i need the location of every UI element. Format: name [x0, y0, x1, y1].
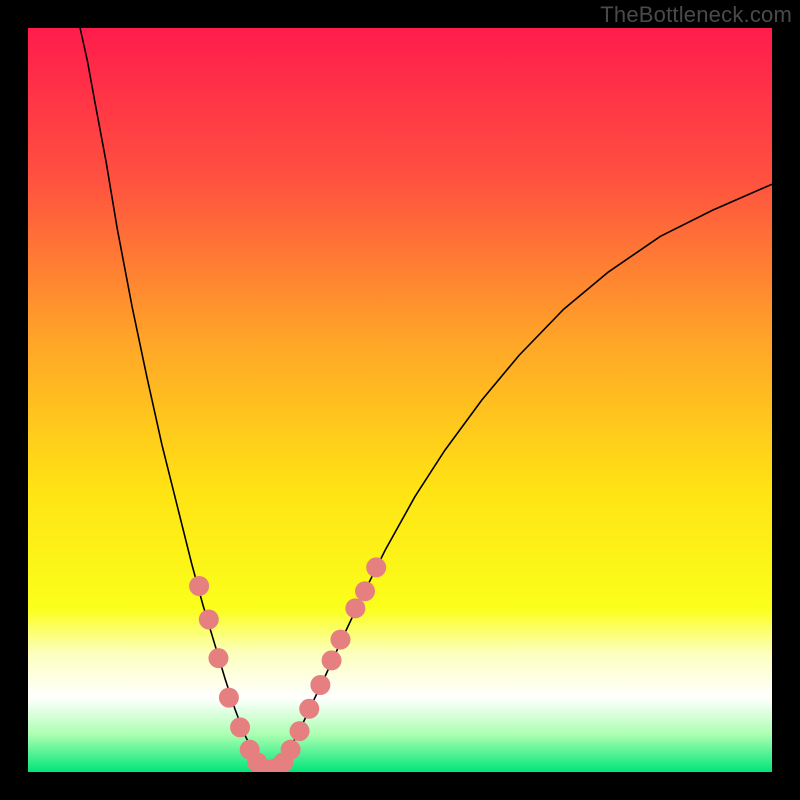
benchmark-point: [355, 581, 375, 601]
benchmark-point: [310, 675, 330, 695]
benchmark-point: [330, 630, 350, 650]
chart-frame: TheBottleneck.com: [0, 0, 800, 800]
gradient-background: [28, 28, 772, 772]
benchmark-point: [345, 598, 365, 618]
watermark-text: TheBottleneck.com: [600, 2, 792, 28]
benchmark-point: [189, 576, 209, 596]
benchmark-point: [290, 721, 310, 741]
benchmark-point: [230, 717, 250, 737]
benchmark-point: [366, 557, 386, 577]
benchmark-point: [299, 699, 319, 719]
benchmark-point: [199, 609, 219, 629]
benchmark-point: [208, 648, 228, 668]
benchmark-point: [219, 688, 239, 708]
benchmark-point: [281, 740, 301, 760]
bottleneck-chart: [28, 28, 772, 772]
benchmark-point: [322, 650, 342, 670]
